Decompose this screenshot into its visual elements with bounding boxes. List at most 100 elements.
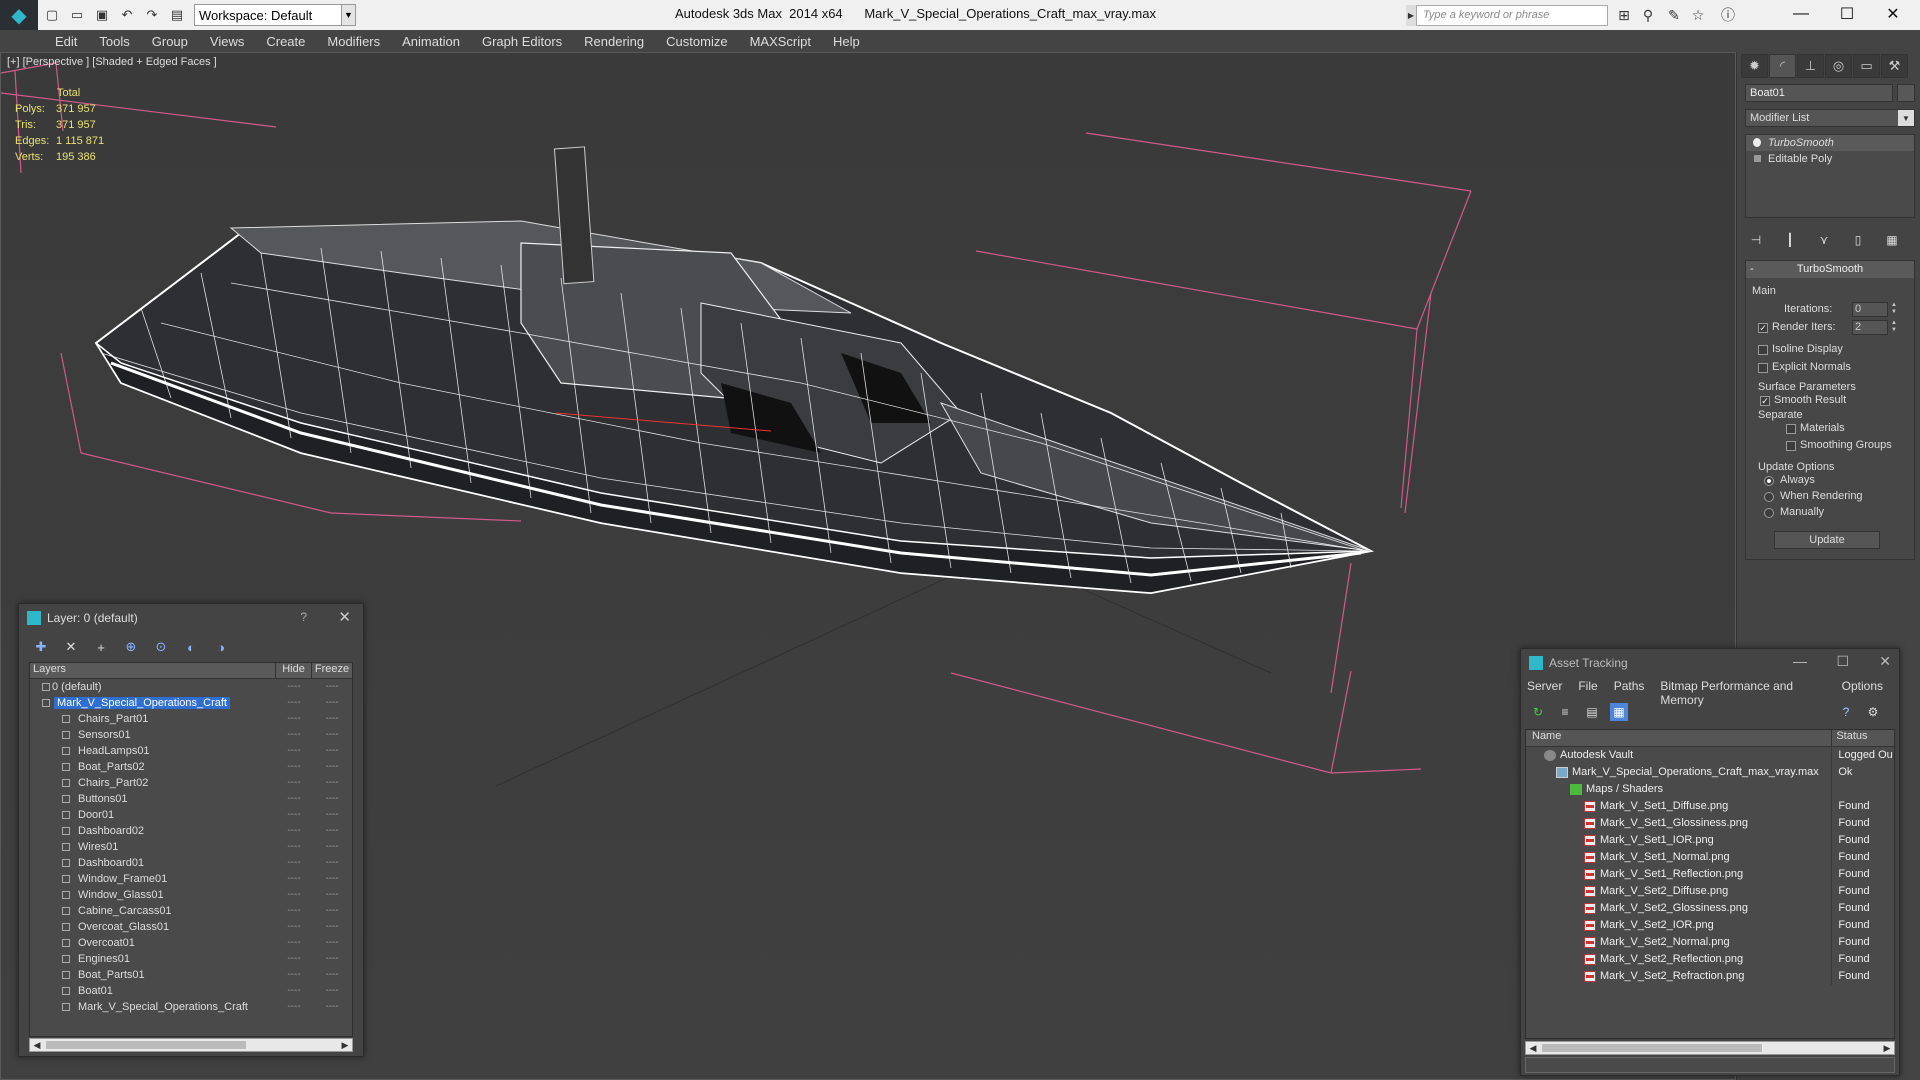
save-file-icon[interactable]: ▣ [91,4,113,26]
create-tab-icon[interactable]: ✹ [1741,54,1768,78]
pin-stack-icon[interactable]: ⊣ [1745,230,1767,250]
asset-tracking-titlebar[interactable]: Asset Tracking — ☐ ✕ [1521,649,1899,677]
layer-row[interactable]: Overcoat_Glass01 ---- ---- [30,919,352,935]
layer-row[interactable]: 0 (default) ---- ---- [30,679,352,695]
thumbnail-view-icon[interactable]: ▤ [1583,703,1601,721]
freeze-toggle[interactable]: ---- [312,695,352,711]
isoline-display-checkbox[interactable] [1758,345,1768,355]
menu-graph-editors[interactable]: Graph Editors [482,34,562,49]
asset-row[interactable]: Mark_V_Set2_Diffuse.png Found [1526,883,1894,900]
asset-row[interactable]: Mark_V_Set2_Normal.png Found [1526,934,1894,951]
minimize-button[interactable]: — [1778,0,1824,28]
refresh-icon[interactable]: ↻ [1529,703,1547,721]
freeze-toggle[interactable]: ---- [312,823,352,839]
hide-toggle[interactable]: ---- [276,727,312,743]
layer-name-cell[interactable]: Chairs_Part01 [30,711,276,727]
maximize-button[interactable]: ☐ [1836,653,1849,670]
freeze-toggle[interactable]: ---- [312,983,352,999]
asset-menu-bitmap-performance[interactable]: Bitmap Performance and Memory [1660,679,1825,707]
freeze-toggle[interactable]: ---- [312,967,352,983]
hide-toggle[interactable]: ---- [276,919,312,935]
search-input[interactable]: Type a keyword or phrase [1416,5,1608,26]
scrollbar-thumb[interactable] [46,1041,246,1049]
layer-row[interactable]: Engines01 ---- ---- [30,951,352,967]
always-radio[interactable] [1764,476,1774,486]
update-button[interactable]: Update [1774,531,1880,549]
layer-name-cell[interactable]: Sensors01 [30,727,276,743]
list-view-icon[interactable]: ≡ [1556,703,1574,721]
hide-toggle[interactable]: ---- [276,967,312,983]
asset-name-cell[interactable]: Mark_V_Set2_Glossiness.png [1526,900,1833,917]
lightbulb-icon[interactable] [1753,138,1761,147]
hide-toggle[interactable]: ---- [276,983,312,999]
search-expand-icon[interactable]: ▶ [1406,5,1416,26]
hide-toggle[interactable]: ---- [276,679,312,695]
freeze-toggle[interactable]: ---- [312,903,352,919]
status-column-header[interactable]: Status [1832,730,1894,746]
layer-row[interactable]: Door01 ---- ---- [30,807,352,823]
menu-edit[interactable]: Edit [55,34,77,49]
layer-name-cell[interactable]: Mark_V_Special_Operations_Craft [30,695,276,711]
hide-toggle[interactable]: ---- [276,695,312,711]
layer-dialog-titlebar[interactable]: Layer: 0 (default) ? ✕ [19,604,363,632]
show-end-result-icon[interactable]: ┃ [1779,230,1801,250]
new-file-icon[interactable]: ▢ [41,4,63,26]
freeze-toggle[interactable]: ---- [312,679,352,695]
add-to-layer-icon[interactable]: + [91,637,111,657]
hide-toggle[interactable]: ---- [276,887,312,903]
favorites-star-icon[interactable]: ☆ [1688,6,1708,24]
horizontal-scrollbar[interactable]: ◀ ▶ [29,1038,353,1052]
close-button[interactable]: ✕ [1879,653,1891,670]
subscription-icon[interactable]: ⚲ [1638,6,1658,24]
menu-create[interactable]: Create [266,34,305,49]
object-color-swatch[interactable] [1897,84,1915,102]
remove-modifier-icon[interactable]: ▯ [1847,230,1869,250]
asset-row[interactable]: Mark_V_Set2_Reflection.png Found [1526,951,1894,968]
menu-tools[interactable]: Tools [99,34,129,49]
table-view-icon[interactable]: ▦ [1610,703,1628,721]
close-button[interactable]: ✕ [338,608,351,626]
layer-name-cell[interactable]: Engines01 [30,951,276,967]
hide-toggle[interactable]: ---- [276,775,312,791]
viewport-label[interactable]: [+] [Perspective ] [Shaded + Edged Faces… [7,56,217,68]
asset-name-cell[interactable]: Mark_V_Set1_Normal.png [1526,849,1833,866]
layer-row[interactable]: Boat_Parts01 ---- ---- [30,967,352,983]
open-file-icon[interactable]: ▭ [66,4,88,26]
layer-row[interactable]: Chairs_Part01 ---- ---- [30,711,352,727]
expand-icon[interactable] [1754,155,1761,162]
freeze-column-header[interactable]: Freeze [312,663,352,678]
asset-row[interactable]: Mark_V_Set2_Glossiness.png Found [1526,900,1894,917]
minimize-button[interactable]: — [1793,653,1807,669]
display-tab-icon[interactable]: ▭ [1853,54,1880,78]
hide-toggle[interactable]: ---- [276,903,312,919]
layer-name-cell[interactable]: Boat_Parts02 [30,759,276,775]
menu-views[interactable]: Views [210,34,244,49]
binoculars-icon[interactable]: ⊞ [1614,6,1634,24]
menu-maxscript[interactable]: MAXScript [750,34,811,49]
asset-name-cell[interactable]: Mark_V_Set1_Diffuse.png [1526,798,1833,815]
layer-row[interactable]: Wires01 ---- ---- [30,839,352,855]
hide-toggle[interactable]: ---- [276,807,312,823]
make-unique-icon[interactable]: ⋎ [1813,230,1835,250]
menu-rendering[interactable]: Rendering [584,34,644,49]
horizontal-scrollbar[interactable]: ◀ ▶ [1525,1041,1895,1055]
freeze-toggle[interactable]: ---- [312,743,352,759]
hide-toggle[interactable]: ---- [276,823,312,839]
modify-tab-icon[interactable]: ◜ [1769,54,1796,78]
hide-toggle[interactable]: ---- [276,711,312,727]
help-icon[interactable]: ⓘ [1718,6,1738,24]
menu-customize[interactable]: Customize [666,34,727,49]
layer-name-cell[interactable]: Boat01 [30,983,276,999]
asset-row[interactable]: Mark_V_Set1_Reflection.png Found [1526,866,1894,883]
delete-layer-icon[interactable]: ✕ [61,637,81,657]
asset-name-cell[interactable]: Mark_V_Set2_IOR.png [1526,917,1833,934]
project-folder-icon[interactable]: ▤ [166,4,188,26]
layer-name-cell[interactable]: HeadLamps01 [30,743,276,759]
layer-name-cell[interactable]: Overcoat_Glass01 [30,919,276,935]
asset-name-cell[interactable]: Mark_V_Set2_Refraction.png [1526,968,1833,985]
freeze-toggle[interactable]: ---- [312,951,352,967]
spinner-arrows-icon[interactable]: ▲ ▼ [1890,302,1898,317]
motion-tab-icon[interactable]: ◎ [1825,54,1852,78]
layer-name-cell[interactable]: Dashboard01 [30,855,276,871]
layer-name-cell[interactable]: Boat_Parts01 [30,967,276,983]
